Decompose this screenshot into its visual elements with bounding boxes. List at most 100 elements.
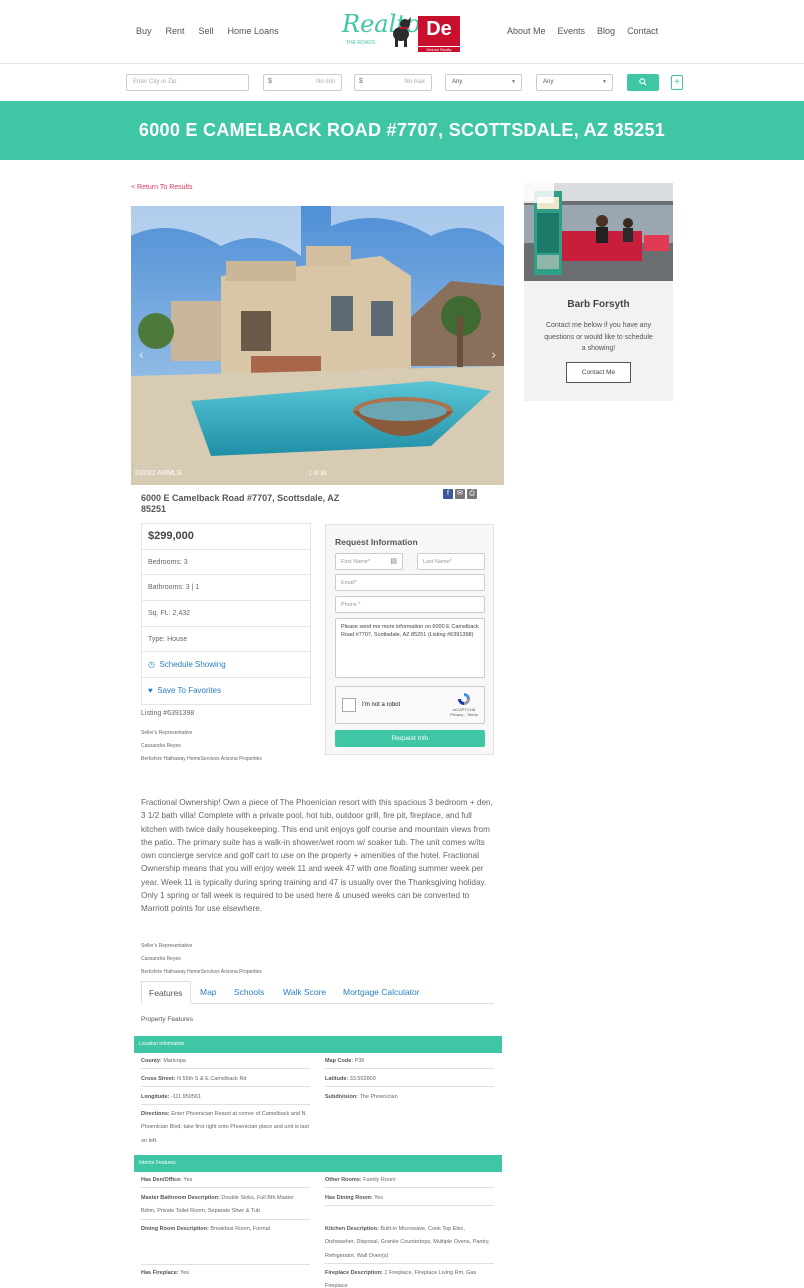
main-nav-right: About Me Events Blog Contact [507, 26, 658, 36]
kitchen-key: Kitchen Description: [325, 1226, 379, 1232]
max-price-placeholder: No max [404, 79, 425, 85]
den-row: Has Den/Office: Yes [141, 1174, 310, 1189]
location-info-header: Location Information [134, 1036, 502, 1053]
photo-counter: 1 of 38 [308, 471, 327, 477]
beds-select[interactable]: Any ▼ [445, 74, 522, 91]
recaptcha-logo: reCAPTCHA Privacy - Terms [450, 692, 478, 717]
interior-features-header: Interior Features [134, 1155, 502, 1172]
dining-desc-key: Dining Room Description: [141, 1226, 209, 1232]
agent-message: Contact me below if you have any questio… [544, 322, 653, 352]
request-info-title: Request Information [335, 537, 418, 547]
seller-rep-label-2: Seller's Representative [141, 943, 193, 949]
subdivision-key: Subdivision: [325, 1094, 358, 1100]
site-header: Buy Rent Sell Home Loans Realtor THE ROA… [0, 0, 804, 64]
latitude-row: Latitude: 33.502809 [325, 1073, 494, 1088]
min-price-input[interactable]: $ No min [263, 74, 342, 91]
return-to-results-link[interactable]: < Return To Results [131, 184, 193, 191]
seller-rep-name: Cassandra Reyes [141, 743, 181, 749]
bathrooms-fact: Bathrooms: 3 | 1 [142, 575, 310, 602]
listing-number: Listing #6391398 [141, 710, 195, 717]
more-filters-button[interactable]: + [671, 75, 683, 90]
search-button[interactable] [627, 74, 659, 91]
tab-schools[interactable]: Schools [234, 981, 264, 1004]
email-icon[interactable]: ✉ [455, 489, 465, 499]
facebook-icon[interactable]: f [443, 489, 453, 499]
other-rooms-value: Family Room [363, 1177, 396, 1183]
latitude-value: 33.502809 [349, 1076, 376, 1082]
dog-icon [393, 17, 411, 47]
nav-about-me[interactable]: About Me [507, 26, 546, 36]
tab-mortgage-calculator[interactable]: Mortgage Calculator [343, 981, 420, 1004]
nav-home-loans[interactable]: Home Loans [228, 26, 279, 36]
master-bath-key: Master Bathroom Description: [141, 1195, 220, 1201]
last-name-input[interactable]: Last Name* [417, 553, 485, 570]
master-bath-row: Master Bathroom Description: Double Sink… [141, 1192, 310, 1220]
message-textarea[interactable]: Please send me more information on 6000 … [335, 618, 485, 678]
site-logo[interactable]: Realtor THE ROADS De Deluxe Realty [342, 10, 462, 54]
chevron-down-icon: ▼ [511, 79, 516, 85]
prev-photo-arrow[interactable]: ‹ [139, 346, 144, 362]
agent-card: Barb Forsyth Contact me below if you hav… [524, 183, 673, 401]
kitchen-row: Kitchen Description: Built-in Microwave,… [325, 1223, 494, 1264]
nav-contact[interactable]: Contact [627, 26, 658, 36]
fireplace-value: Yes [180, 1270, 190, 1276]
dining-room-key: Has Dining Room: [325, 1195, 373, 1201]
tab-map[interactable]: Map [200, 981, 217, 1004]
county-key: County: [141, 1058, 162, 1064]
dining-room-value: Yes [374, 1195, 384, 1201]
contact-card-icon: ▤ [390, 558, 397, 565]
other-rooms-row: Other Rooms: Family Room [325, 1174, 494, 1189]
email-placeholder: Email* [341, 580, 357, 586]
chevron-down-icon: ▼ [602, 79, 607, 85]
recaptcha-checkbox[interactable] [342, 698, 356, 712]
next-photo-arrow[interactable]: › [491, 346, 496, 362]
agent-photo [524, 183, 673, 281]
max-price-input[interactable]: $ No max [354, 74, 432, 91]
logo-brand-subtitle: Deluxe Realty [418, 47, 460, 52]
agent-name: Barb Forsyth [567, 299, 630, 310]
phone-input[interactable]: Phone * [335, 596, 485, 613]
baths-select[interactable]: Any ▼ [536, 74, 613, 91]
nav-events[interactable]: Events [558, 26, 586, 36]
first-name-placeholder: First Name* [341, 559, 371, 565]
subdivision-row: Subdivision: The Phoenician [325, 1091, 494, 1104]
schedule-showing-link[interactable]: ◷ Schedule Showing [142, 652, 310, 679]
longitude-key: Longitude: [141, 1094, 170, 1100]
nav-rent[interactable]: Rent [166, 26, 185, 36]
seller-brokerage-2: Berkshire Hathaway HomeServices Arizona … [141, 969, 262, 975]
city-zip-input[interactable]: Enter City or Zip [126, 74, 249, 91]
seller-rep-name-2: Cassandra Reyes [141, 956, 181, 962]
cross-street-key: Cross Street: [141, 1076, 176, 1082]
dining-desc-row: Dining Room Description: Breakfast Room,… [141, 1223, 310, 1265]
email-input[interactable]: Email* [335, 574, 485, 591]
fireplace-desc-row: Fireplace Description: 1 Fireplace, Fire… [325, 1267, 494, 1288]
first-name-input[interactable]: First Name* ▤ [335, 553, 403, 570]
save-favorites-link[interactable]: ♥ Save To Favorites [142, 678, 310, 704]
main-nav-left: Buy Rent Sell Home Loans [136, 26, 279, 36]
dining-room-row: Has Dining Room: Yes [325, 1192, 494, 1207]
recaptcha-terms[interactable]: Privacy - Terms [450, 712, 478, 717]
detail-tabs: Features Map Schools Walk Score Mortgage… [141, 981, 494, 1004]
nav-buy[interactable]: Buy [136, 26, 152, 36]
request-info-button[interactable]: Request Info [335, 730, 485, 747]
listing-photo[interactable]: ‹ › ©2022 ARMLS 1 of 38 [131, 206, 504, 485]
type-fact: Type: House [142, 627, 310, 653]
nav-blog[interactable]: Blog [597, 26, 615, 36]
seller-brokerage: Berkshire Hathaway HomeServices Arizona … [141, 756, 262, 762]
county-row: County: Maricopa [141, 1055, 310, 1070]
latitude-key: Latitude: [325, 1076, 349, 1082]
directions-key: Directions: [141, 1111, 170, 1117]
longitude-row: Longitude: -111.950561 [141, 1091, 310, 1106]
print-icon[interactable]: ⎙ [467, 489, 477, 499]
city-zip-placeholder: Enter City or Zip [133, 79, 177, 85]
den-key: Has Den/Office: [141, 1177, 182, 1183]
baths-value: Any [543, 79, 554, 85]
tab-walk-score[interactable]: Walk Score [283, 981, 326, 1004]
contact-me-button[interactable]: Contact Me [566, 362, 631, 383]
tab-features[interactable]: Features [141, 981, 191, 1004]
recaptcha-icon [458, 693, 470, 705]
search-bar: Enter City or Zip $ No min $ No max Any … [0, 65, 804, 101]
nav-sell[interactable]: Sell [199, 26, 214, 36]
logo-brand: De [418, 16, 460, 46]
share-buttons: f ✉ ⎙ [443, 489, 477, 499]
